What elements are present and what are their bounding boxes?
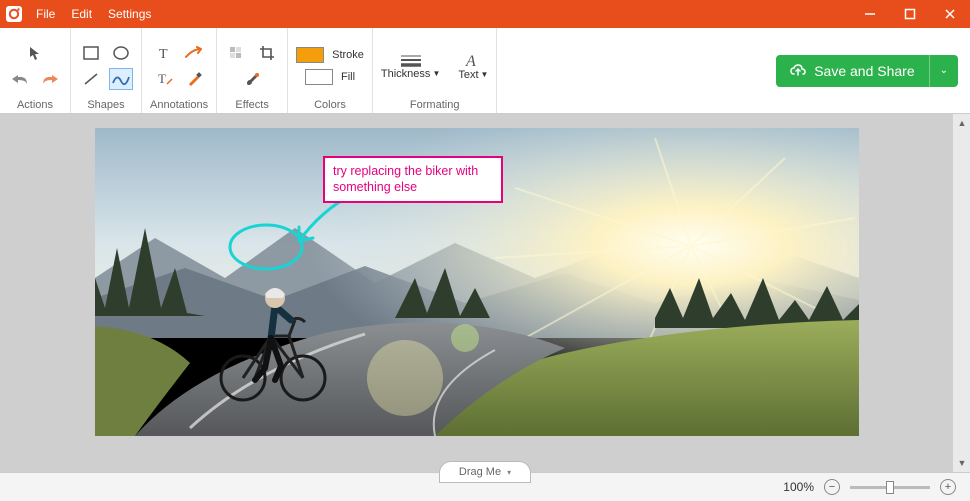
fill-swatch[interactable] xyxy=(305,69,333,85)
freehand-tool[interactable] xyxy=(109,68,133,90)
save-share-group: Save and Share ⌄ xyxy=(776,55,958,87)
group-label-annotations: Annotations xyxy=(150,97,208,111)
window-controls xyxy=(850,0,970,28)
text-tool[interactable]: T xyxy=(152,42,176,64)
stroke-label: Stroke xyxy=(332,49,364,61)
zoom-slider-thumb[interactable] xyxy=(886,481,894,494)
pointer-tool[interactable] xyxy=(23,42,47,64)
redo-button[interactable] xyxy=(38,68,62,90)
rectangle-tool[interactable] xyxy=(79,42,103,64)
zoom-out-button[interactable]: − xyxy=(824,479,840,495)
status-bar: Drag Me ▾ 100% − + xyxy=(0,472,970,501)
annotation-text-line: try replacing the biker with xyxy=(333,164,493,180)
fill-label: Fill xyxy=(341,71,355,83)
svg-text:T: T xyxy=(159,47,168,61)
ellipse-tool[interactable] xyxy=(109,42,133,64)
save-share-button[interactable]: Save and Share xyxy=(776,55,928,87)
crop-tool[interactable] xyxy=(255,42,279,64)
undo-button[interactable] xyxy=(8,68,32,90)
cloud-upload-icon xyxy=(790,63,806,79)
scroll-down-button[interactable]: ▼ xyxy=(953,454,970,472)
annotation-textbox[interactable]: try replacing the biker with something e… xyxy=(323,156,503,203)
chevron-down-icon: ⌄ xyxy=(940,65,948,76)
main-menu: File Edit Settings xyxy=(28,7,159,21)
title-bar: File Edit Settings xyxy=(0,0,970,28)
chevron-down-icon: ▼ xyxy=(481,70,489,79)
svg-text:T: T xyxy=(158,71,166,86)
group-label-colors: Colors xyxy=(314,97,346,111)
chevron-down-icon: ▾ xyxy=(507,468,511,477)
annotation-text-line: something else xyxy=(333,180,493,196)
group-colors: Stroke Fill Colors xyxy=(288,28,373,113)
stroke-swatch[interactable] xyxy=(296,47,324,63)
ribbon-toolbar: Actions Shapes T T Annotations xyxy=(0,28,970,114)
maximize-button[interactable] xyxy=(890,0,930,28)
group-label-actions: Actions xyxy=(17,97,53,111)
zoom-in-button[interactable]: + xyxy=(940,479,956,495)
scroll-up-button[interactable]: ▲ xyxy=(953,114,970,132)
vertical-scrollbar[interactable]: ▲ ▼ xyxy=(952,114,970,472)
zoom-controls: 100% − + xyxy=(783,479,970,495)
menu-edit[interactable]: Edit xyxy=(63,7,100,21)
group-label-effects: Effects xyxy=(235,97,268,111)
group-annotations: T T Annotations xyxy=(142,28,217,113)
group-formatting: Thickness▼ A Text▼ Formating xyxy=(373,28,498,113)
pixelate-tool[interactable] xyxy=(225,42,249,64)
save-share-dropdown[interactable]: ⌄ xyxy=(929,55,958,87)
group-label-formatting: Formating xyxy=(410,97,460,111)
app-logo xyxy=(0,0,28,28)
highlighter-tool[interactable] xyxy=(182,68,206,90)
canvas-area: try replacing the biker with something e… xyxy=(0,114,970,501)
group-shapes: Shapes xyxy=(71,28,142,113)
text-format-dropdown[interactable]: A Text▼ xyxy=(458,51,488,81)
line-tool[interactable] xyxy=(79,68,103,90)
image-canvas[interactable]: try replacing the biker with something e… xyxy=(95,128,859,436)
group-effects: Effects xyxy=(217,28,288,113)
drag-handle[interactable]: Drag Me ▾ xyxy=(439,461,531,483)
menu-file[interactable]: File xyxy=(28,7,63,21)
chevron-down-icon: ▼ xyxy=(432,69,440,78)
menu-settings[interactable]: Settings xyxy=(100,7,159,21)
zoom-slider[interactable] xyxy=(850,486,930,489)
brush-tool[interactable] xyxy=(240,68,264,90)
zoom-level-label: 100% xyxy=(783,480,814,494)
group-label-shapes: Shapes xyxy=(87,97,124,111)
thickness-dropdown[interactable]: Thickness▼ xyxy=(381,52,440,80)
minimize-button[interactable] xyxy=(850,0,890,28)
group-actions: Actions xyxy=(0,28,71,113)
close-button[interactable] xyxy=(930,0,970,28)
arrow-tool[interactable] xyxy=(182,42,206,64)
svg-text:A: A xyxy=(465,53,476,69)
callout-tool[interactable]: T xyxy=(152,68,176,90)
